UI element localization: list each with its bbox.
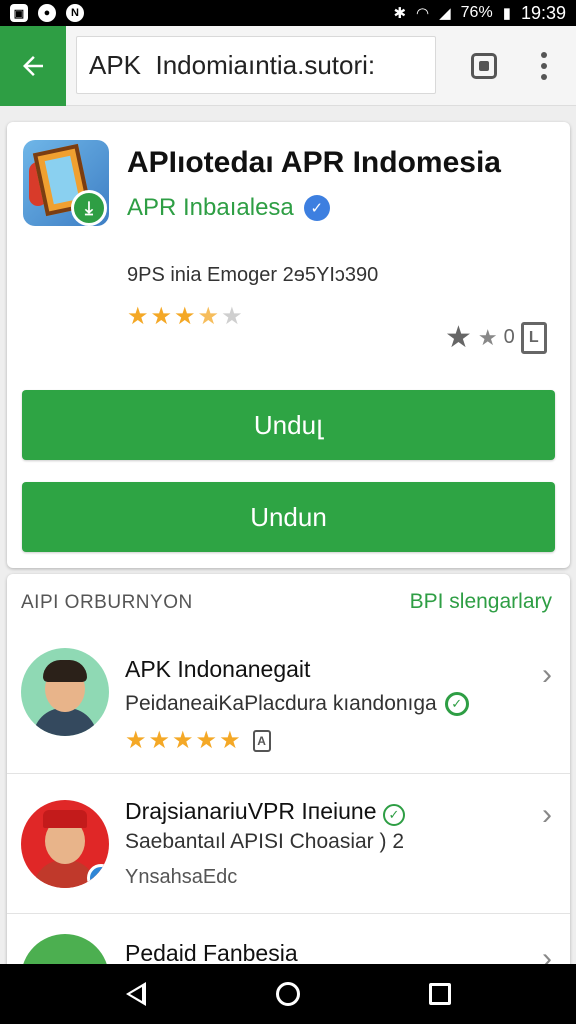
status-bar: ▣ ● N ✱ ◠ ◢ 76% ▮ 19:39 [0, 0, 576, 26]
star-icon: ★ [174, 303, 196, 330]
star-rate-icon[interactable]: ★ [445, 320, 472, 355]
star-icon: ★ [125, 727, 147, 754]
list-item-title: Pedaid Fanbesia [125, 940, 298, 966]
search-field[interactable] [76, 36, 436, 94]
star-icon: ★ [172, 727, 194, 754]
download-button-secondary[interactable]: Undun [22, 482, 555, 552]
app-detail-card: ⤓ APIıotedaı APR Indomesia APR Inbaıales… [7, 122, 570, 568]
bluetooth-icon: ✱ [393, 5, 407, 22]
rating-count: 0 [503, 326, 515, 348]
list-item-subtitle: Saebantaıl APISI Choasiar ) 2 [125, 830, 404, 853]
battery-level: 76% [460, 4, 493, 21]
verified-check-icon: ✓ [444, 692, 469, 716]
nav-home-button[interactable] [263, 969, 313, 1019]
document-icon[interactable]: L [520, 321, 547, 354]
square-recents-icon [429, 983, 451, 1005]
list-item-subtitle-text: PeidaneaiKaPlacdura kıandonıga [125, 692, 437, 715]
download-badge-icon: ⤓ [71, 190, 107, 226]
star-icon: ★ [127, 303, 149, 330]
top-app-bar [0, 26, 576, 106]
verified-check-icon: ✓ [382, 804, 405, 826]
age-rating-tag: A [252, 729, 271, 752]
list-item-title: APK Indonanegait [125, 656, 311, 682]
list-item-title-text: DrajsianariuVPR Iпeiune [125, 798, 377, 824]
chat-icon: ● [38, 4, 56, 22]
list-item[interactable]: APK Indonanegait PeidaneaiKaPlacdura kıa… [7, 634, 570, 774]
n-icon: N [66, 4, 84, 22]
wifi-icon: ◠ [416, 5, 430, 22]
clock: 19:39 [520, 2, 566, 23]
download-button[interactable]: Unduլ [22, 390, 555, 460]
star-icon: ★ [195, 727, 218, 754]
app-icon: ⤓ [23, 140, 109, 226]
arrow-left-icon [23, 56, 43, 76]
nav-recents-button[interactable] [415, 969, 465, 1019]
list-item-title: DrajsianariuVPR Iпeiune ✓ [125, 798, 405, 826]
status-right-icons: ✱ ◠ ◢ 76% ▮ 19:39 [393, 3, 566, 24]
see-more-link[interactable]: BPI slengarlary [410, 590, 552, 614]
chevron-right-icon: › [542, 798, 552, 831]
triangle-back-icon [126, 982, 146, 1006]
star-small-icon: ★ [477, 324, 498, 350]
gallery-icon: ▣ [10, 4, 28, 22]
list-item-rating: ★ ★ ★ ★ ★ A [125, 726, 271, 755]
star-half-icon: ★ [197, 303, 220, 330]
list-item-subtitle: PeidaneaiKaPlacdura kıandonıga ✓ [125, 692, 469, 716]
rating-tools: ★ ★ 0 L [445, 320, 547, 355]
circle-home-icon [276, 982, 300, 1006]
star-empty-icon: ★ [221, 303, 243, 330]
more-vert-icon [541, 52, 547, 80]
verified-badge-icon: ✓ [87, 864, 109, 888]
overflow-menu-button[interactable] [524, 46, 564, 86]
section-header: AIPI ORBURNYON [21, 592, 193, 613]
avatar: ✓ [21, 800, 109, 888]
status-left-icons: ▣ ● N [10, 4, 84, 22]
avatar [21, 648, 109, 736]
related-apps-card: AIPI ORBURNYON BPI slengarlary APK Indon… [7, 574, 570, 974]
chevron-right-icon: › [542, 658, 552, 691]
star-icon: ★ [150, 303, 173, 330]
app-meta: 9PS inia Emoger 2ɘ5YIɔ390 [127, 264, 379, 286]
tabs-button[interactable] [464, 46, 504, 86]
app-developer[interactable]: APR Inbaıalesa ✓ [127, 194, 330, 222]
system-nav-bar [0, 964, 576, 1024]
developer-name[interactable]: APR Inbaıalesa [127, 194, 294, 222]
tabs-icon [471, 53, 497, 79]
app-title: APIıotedaı APR Indomesia [127, 146, 501, 179]
verified-badge-icon: ✓ [303, 195, 330, 221]
signal-icon: ◢ [439, 5, 451, 22]
app-rating-stars: ★ ★ ★ ★ ★ [127, 302, 243, 331]
list-item[interactable]: ✓ DrajsianariuVPR Iпeiune ✓ Saebantaıl A… [7, 774, 570, 914]
star-icon: ★ [148, 727, 171, 754]
back-button[interactable] [0, 26, 66, 106]
search-input[interactable] [89, 49, 423, 81]
nav-back-button[interactable] [111, 969, 161, 1019]
list-item-extra: YnsahsaEdc [125, 866, 238, 888]
battery-icon: ▮ [502, 5, 511, 22]
star-icon: ★ [219, 727, 241, 754]
